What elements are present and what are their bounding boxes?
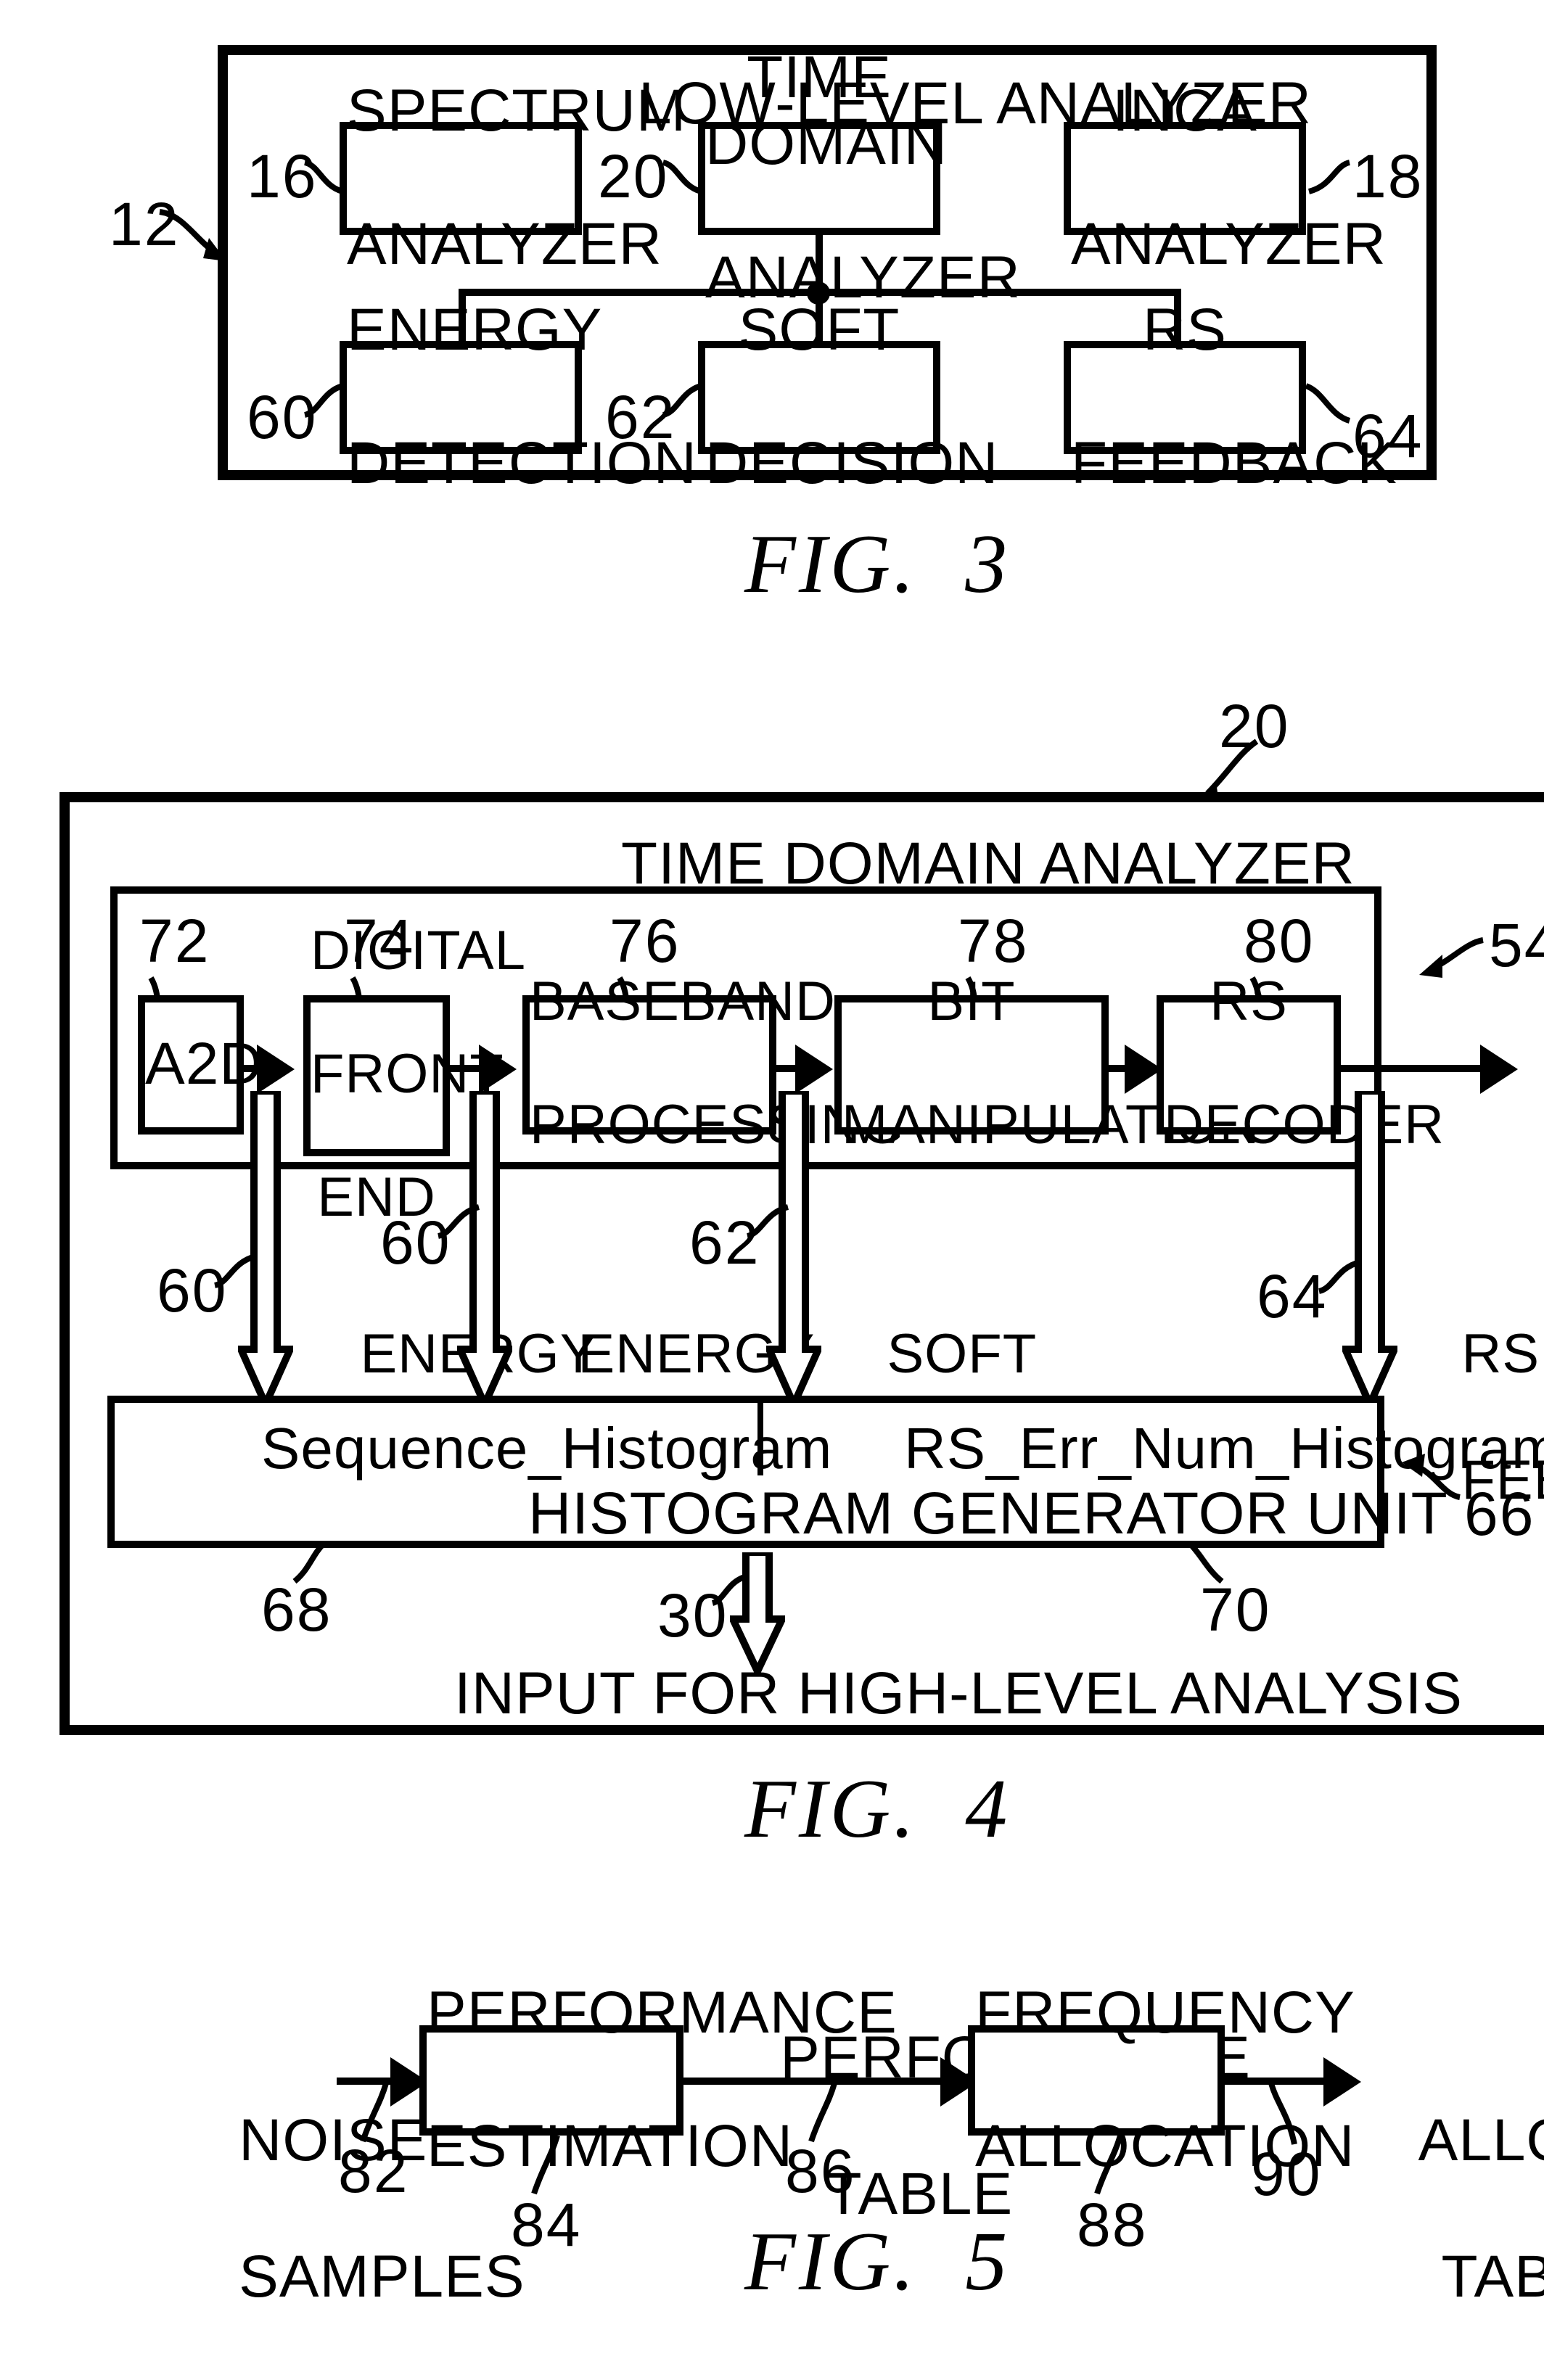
fig3-block-energy-detection-line1: ENERGY: [347, 296, 603, 363]
fig3-block-energy-detection-line2: DETECTION: [347, 429, 697, 496]
fig4-tap-label-3-line1: SOFT: [887, 1324, 1038, 1385]
fig3-leader-20: [660, 154, 710, 203]
fig3-block-rs-feedback[interactable]: RS FEEDBACK: [1064, 296, 1397, 496]
fig4-ref-76: 76: [609, 907, 681, 975]
fig3-ref-18: 18: [1352, 142, 1424, 210]
fig3-block-soft-decision-line1: SOFT: [738, 296, 900, 363]
fig5-block-frequency-allocation-line1: FREQUENCY: [975, 1979, 1355, 2046]
fig4-block-baseband-processing-line2: PROCESSING: [530, 1095, 905, 1157]
fig4-caption: FIG. 4: [744, 1761, 1011, 1856]
fig4-block-a2d[interactable]: A2D: [138, 995, 263, 1135]
fig4-ref-68: 68: [261, 1576, 332, 1644]
fig3-block-spectrum-analyzer-line1: SPECTRUM: [347, 77, 687, 144]
fig5-block-performance-estimation[interactable]: PERFORMANCE ESTIMATION: [419, 1979, 897, 2179]
fig5-output-label: ALLOCATION TABLE: [1352, 2038, 1544, 2380]
fig4-tap-leader-60-a: [212, 1245, 261, 1294]
fig4-ref-66: 66: [1464, 1480, 1535, 1548]
fig3-block-time-domain-analyzer[interactable]: TIME DOMAIN ANALYZER: [698, 44, 1020, 310]
fig3-leader-62: [660, 371, 710, 421]
fig4-block-bit-manipulation-line1: BIT: [927, 972, 1016, 1034]
fig3-block-energy-detection[interactable]: ENERGY DETECTION: [340, 296, 697, 496]
fig4-block-rs-decoder-line1: RS: [1210, 972, 1288, 1034]
fig4-block-bit-manipulation-line2: MANIPULATION: [842, 1095, 1260, 1157]
fig3-block-rs-feedback-line1: RS: [1143, 296, 1227, 363]
fig3-block-spectrum-analyzer[interactable]: SPECTRUM ANALYZER: [340, 77, 686, 277]
fig4-block-rs-decoder-line2: DECODER: [1164, 1095, 1445, 1157]
fig3-ref-20: 20: [598, 142, 669, 210]
fig5-input-label-line2: SAMPLES: [239, 2243, 525, 2310]
fig4-line-baseband-to-bit: [776, 1065, 811, 1072]
fig5-input-label: NOISE SAMPLES: [170, 2038, 524, 2380]
fig3-leader-60: [302, 371, 351, 421]
fig4-histogram-left-label: Sequence_Histogram: [261, 1417, 833, 1481]
fig4-tap-label-4-line1: RS: [1461, 1324, 1540, 1385]
fig3-block-inca-analyzer[interactable]: INCA ANALYZER: [1064, 77, 1386, 277]
fig4-leader-70: [1184, 1541, 1228, 1587]
fig5-ref-84: 84: [511, 2191, 582, 2259]
fig4-leader-54: [1381, 926, 1492, 995]
fig4-leader-68: [289, 1541, 332, 1587]
fig5-caption: FIG. 5: [744, 2214, 1011, 2308]
fig4-arrow-pipeline-output: [1480, 1045, 1518, 1094]
fig4-tap-leader-62: [744, 1195, 794, 1245]
fig5-ref-90: 90: [1251, 2140, 1322, 2208]
fig4-tap-arrow-2: [457, 1091, 512, 1407]
fig3-block-soft-decision-line2: DECISION: [705, 429, 999, 496]
fig4-block-digital-front-end[interactable]: DIGITAL FRONT END: [303, 921, 525, 1230]
fig3-block-rs-feedback-line2: FEEDBACK: [1071, 429, 1397, 496]
fig3-leader-12: [151, 197, 252, 273]
fig4-ref-54: 54: [1489, 911, 1544, 979]
fig4-block-rs-decoder[interactable]: RS DECODER: [1157, 972, 1444, 1157]
fig4-tap-leader-64: [1316, 1251, 1366, 1300]
fig3-leader-64: [1300, 380, 1355, 432]
fig5-leader-82: [354, 2082, 395, 2147]
fig4-ref-80: 80: [1244, 907, 1315, 975]
fig4-block-a2d-label: A2D: [145, 1030, 263, 1098]
fig5-ref-82: 82: [338, 2137, 409, 2205]
fig4-block-digital-front-end-line2: FRONT: [311, 1045, 504, 1106]
fig4-leader-66: [1370, 1451, 1469, 1515]
fig4-block-baseband-processing-line1: BASEBAND: [530, 972, 836, 1034]
fig5-ref-86: 86: [785, 2137, 856, 2205]
fig3-ref-64: 64: [1352, 402, 1424, 470]
fig5-block-frequency-allocation[interactable]: FREQUENCY ALLOCATION: [968, 1979, 1355, 2179]
fig4-line-a2d-to-dfe: [244, 1065, 276, 1072]
fig4-ref-72: 72: [139, 907, 210, 975]
fig4-line-dfe-to-baseband: [450, 1065, 496, 1072]
fig3-block-inca-analyzer-line2: ANALYZER: [1071, 210, 1387, 277]
fig5-output-label-line2: TABLE: [1441, 2243, 1544, 2310]
fig4-line-bit-to-rs: [1109, 1065, 1141, 1072]
fig4-tap-leader-60-b: [435, 1195, 485, 1245]
fig5-leader-88: [1088, 2134, 1132, 2199]
fig4-leader-30: [710, 1571, 750, 1612]
fig3-leader-18: [1300, 154, 1352, 203]
fig5-leader-86: [802, 2082, 843, 2147]
fig5-output-label-line1: ALLOCATION: [1418, 2107, 1544, 2174]
fig4-ref-78: 78: [958, 907, 1029, 975]
fig4-block-bit-manipulation[interactable]: BIT MANIPULATION: [834, 972, 1259, 1157]
fig5-ref-88: 88: [1077, 2191, 1148, 2259]
fig3-block-inca-analyzer-line1: INCA: [1112, 77, 1257, 144]
fig4-tap-arrow-4: [1342, 1091, 1397, 1407]
fig4-tap-arrow-3: [766, 1091, 821, 1407]
fig4-ref-70: 70: [1200, 1576, 1271, 1644]
fig4-output-label: INPUT FOR HIGH-LEVEL ANALYSIS: [454, 1660, 1463, 1726]
fig5-leader-84: [525, 2134, 569, 2199]
fig4-line-rs-to-output: [1341, 1065, 1486, 1072]
fig5-leader-90: [1265, 2082, 1306, 2150]
fig5-block-performance-estimation-line1: PERFORMANCE: [427, 1979, 898, 2046]
fig3-block-soft-decision[interactable]: SOFT DECISION: [698, 296, 998, 496]
fig4-block-baseband-processing[interactable]: BASEBAND PROCESSING: [522, 972, 904, 1157]
fig4-histogram-unit-label: HISTOGRAM GENERATOR UNIT: [528, 1480, 1448, 1547]
fig3-block-time-domain-analyzer-line1: TIME DOMAIN: [705, 44, 948, 178]
fig3-caption: FIG. 3: [744, 516, 1011, 611]
fig4-block-digital-front-end-line1: DIGITAL: [311, 921, 526, 983]
fig3-leader-16: [302, 154, 351, 203]
fig3-block-spectrum-analyzer-line2: ANALYZER: [347, 210, 662, 277]
